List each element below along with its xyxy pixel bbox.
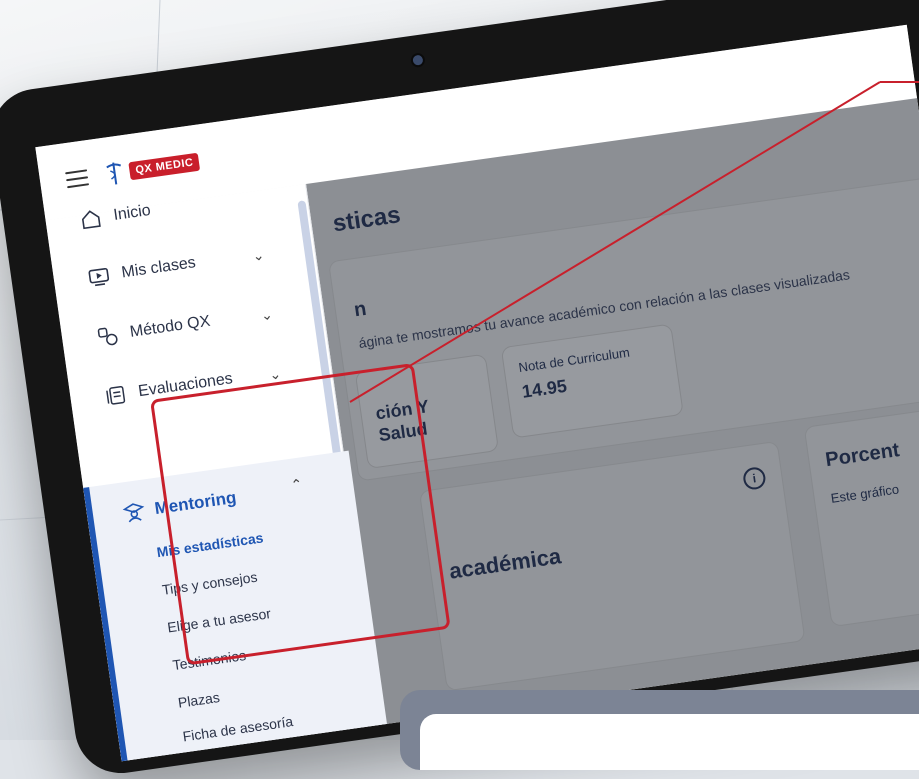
sidebar-item-mis-clases[interactable]: Mis clases xyxy=(87,252,198,289)
academic-progress-title: académica xyxy=(447,543,563,584)
camera-icon xyxy=(412,54,424,66)
sidebar-item-label: Mis clases xyxy=(120,254,197,282)
highlight-frame xyxy=(150,362,451,666)
graduate-icon xyxy=(122,503,145,523)
evaluation-icon xyxy=(106,385,126,405)
percentage-card-subtitle: Este gráfico xyxy=(829,481,900,506)
method-icon xyxy=(97,327,118,346)
percentage-card: Porcent Este gráfico xyxy=(803,398,919,628)
info-icon[interactable]: i xyxy=(741,465,767,491)
app-screen: QX MEDIC sticas n ágina te mostramos tu … xyxy=(35,24,919,762)
chevron-down-icon[interactable]: ⌄ xyxy=(251,247,265,265)
curriculum-score-card: Nota de Curriculum 14.95 xyxy=(500,323,684,439)
curriculum-score-value: 14.95 xyxy=(520,375,569,402)
menu-icon[interactable] xyxy=(65,169,90,189)
percentage-card-title: Porcent xyxy=(824,439,901,472)
bottom-panel-content xyxy=(420,714,919,770)
tablet-device: QX MEDIC sticas n ágina te mostramos tu … xyxy=(0,0,919,779)
submenu-plazas[interactable]: Plazas xyxy=(177,689,221,711)
academic-progress-card: i académica xyxy=(418,440,806,692)
home-icon xyxy=(81,210,101,230)
logo-text: QX MEDIC xyxy=(128,152,201,181)
sidebar-item-label: Método QX xyxy=(128,312,212,341)
bottom-panel xyxy=(400,690,919,770)
section-title: n xyxy=(352,297,368,322)
chevron-down-icon[interactable]: ⌄ xyxy=(260,306,274,324)
video-lesson-icon xyxy=(88,267,110,287)
curriculum-score-label: Nota de Curriculum xyxy=(517,344,631,376)
page-title: sticas xyxy=(331,201,403,238)
caduceus-icon xyxy=(106,162,122,185)
sidebar-item-label: Inicio xyxy=(112,201,152,224)
sidebar-item-metodo-qx[interactable]: Método QX xyxy=(95,311,212,349)
logo[interactable]: QX MEDIC xyxy=(102,149,201,188)
